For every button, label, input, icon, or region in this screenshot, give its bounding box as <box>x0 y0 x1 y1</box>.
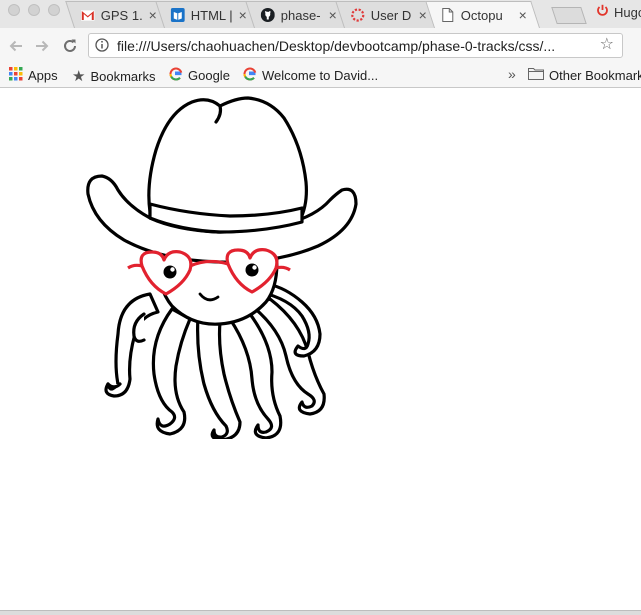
github-icon <box>260 8 275 22</box>
bookmark-apps[interactable]: Apps <box>9 67 58 84</box>
close-icon[interactable]: × <box>519 7 527 23</box>
info-icon[interactable] <box>95 38 109 52</box>
bookmark-other[interactable]: Other Bookmarks <box>528 67 641 83</box>
tab-octopus[interactable]: Octopu × <box>425 1 540 28</box>
zoom-window-button[interactable] <box>48 4 60 16</box>
google-icon <box>243 67 257 84</box>
page-icon <box>441 8 455 22</box>
bookmarks-bar: Apps ★ Bookmarks Google Welcome to David… <box>0 64 641 88</box>
close-icon[interactable]: × <box>239 7 247 23</box>
window-controls <box>8 4 60 16</box>
tab-title: Hugo <box>614 4 641 20</box>
bookmark-label: Other Bookmarks <box>549 67 641 83</box>
loading-icon <box>351 8 365 22</box>
tab-strip: GPS 1. × HTML | × phase- × User D × Octo… <box>0 0 641 28</box>
gmail-icon <box>80 8 95 22</box>
power-icon <box>596 4 609 20</box>
forward-button[interactable] <box>32 36 52 56</box>
google-icon <box>169 67 183 84</box>
minimize-window-button[interactable] <box>28 4 40 16</box>
toolbar: file:///Users/chaohuachen/Desktop/devboo… <box>0 28 641 64</box>
forward-arrow-icon <box>36 40 49 52</box>
book-icon <box>170 8 185 22</box>
bookmark-welcome[interactable]: Welcome to David... <box>243 67 378 84</box>
folder-icon <box>528 67 544 83</box>
bookmark-label: Bookmarks <box>90 68 156 84</box>
close-icon[interactable]: × <box>149 7 157 23</box>
tab-title: HTML | <box>190 7 233 23</box>
reload-button[interactable] <box>60 36 80 56</box>
reload-icon <box>64 39 76 52</box>
close-window-button[interactable] <box>8 4 20 16</box>
tab-title: GPS 1. <box>100 7 143 23</box>
bookmark-label: Google <box>188 68 230 83</box>
window-bottom-edge <box>0 610 641 615</box>
octopus-image <box>86 96 358 439</box>
apps-grid-icon <box>9 67 23 84</box>
bookmark-star-icon[interactable]: ☆ <box>600 37 614 53</box>
new-tab-button[interactable] <box>551 7 587 24</box>
close-icon[interactable]: × <box>419 7 427 23</box>
url-text[interactable]: file:///Users/chaohuachen/Desktop/devboo… <box>117 38 555 54</box>
bookmark-label: Welcome to David... <box>262 68 379 83</box>
tab-phase[interactable]: phase- × <box>245 1 350 28</box>
address-bar[interactable]: file:///Users/chaohuachen/Desktop/devboo… <box>88 33 623 58</box>
tab-title: phase- <box>280 7 321 23</box>
tab-title: Octopu <box>460 7 503 23</box>
page-content <box>0 88 641 610</box>
close-icon[interactable]: × <box>329 7 337 23</box>
more-bookmarks-chevron[interactable]: » <box>508 66 516 82</box>
back-arrow-icon <box>9 40 22 52</box>
tab-title: User D <box>370 7 412 23</box>
bookmark-bookmarks[interactable]: ★ Bookmarks <box>72 67 155 85</box>
tab-user[interactable]: User D × <box>335 1 440 28</box>
bookmark-google[interactable]: Google <box>169 67 230 84</box>
tab-hugo[interactable]: Hugo <box>596 4 641 20</box>
tab-gps[interactable]: GPS 1. × <box>65 1 170 28</box>
back-button[interactable] <box>6 36 26 56</box>
tab-html[interactable]: HTML | × <box>155 1 260 28</box>
bookmark-label: Apps <box>28 68 58 83</box>
star-icon: ★ <box>72 68 86 85</box>
